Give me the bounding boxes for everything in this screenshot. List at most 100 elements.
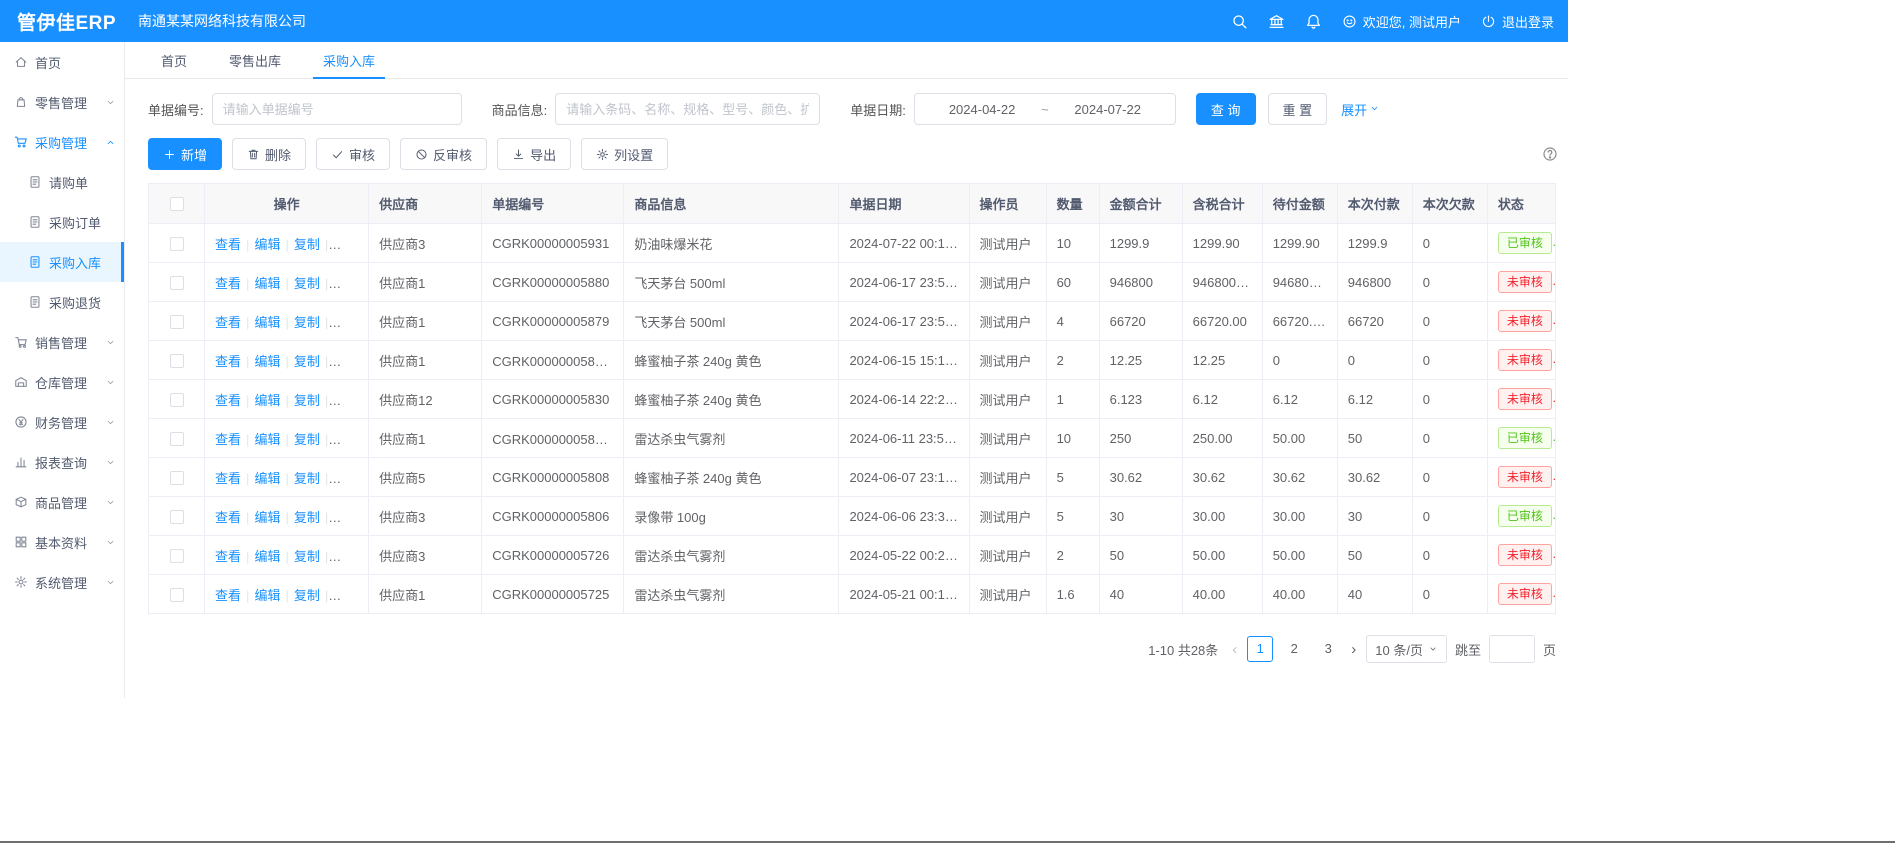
cell-tax_total: 40.00 xyxy=(1182,575,1262,614)
row-checkbox[interactable] xyxy=(170,432,184,446)
page-2-button[interactable]: 2 xyxy=(1281,636,1307,662)
row-action-edit[interactable]: 编辑 xyxy=(254,471,280,486)
sidebar-item-purchase-return[interactable]: 采购退货 xyxy=(0,282,124,322)
logout-button[interactable]: 退出登录 xyxy=(1481,12,1554,31)
row-action-copy[interactable]: 复制 xyxy=(294,588,320,603)
row-action-view[interactable]: 查看 xyxy=(215,588,241,603)
cell-product: 飞天茅台 500ml xyxy=(624,302,839,341)
row-action-edit[interactable]: 编辑 xyxy=(254,354,280,369)
delete-button[interactable]: 删除 xyxy=(232,138,306,170)
help-icon[interactable] xyxy=(1542,146,1558,162)
tab-home[interactable]: 首页 xyxy=(161,42,187,78)
sidebar-item-basic[interactable]: 基本资料 xyxy=(0,522,124,562)
chevron-down-icon xyxy=(105,457,116,468)
sidebar-item-warehouse[interactable]: 仓库管理 xyxy=(0,362,124,402)
row-action-view[interactable]: 查看 xyxy=(215,237,241,252)
row-action-view[interactable]: 查看 xyxy=(215,354,241,369)
cell-operator: 测试用户 xyxy=(969,458,1046,497)
row-action-edit[interactable]: 编辑 xyxy=(254,432,280,447)
row-action-view[interactable]: 查看 xyxy=(215,393,241,408)
page-size-select[interactable]: 10 条/页 xyxy=(1366,635,1447,663)
row-checkbox[interactable] xyxy=(170,237,184,251)
prev-page-button[interactable]: ‹ xyxy=(1230,642,1239,657)
table-row: 查看|编辑|复制|删除供应商1CGRK00000005816[订]雷达杀虫气雾剂… xyxy=(149,419,1556,458)
cell-supplier: 供应商3 xyxy=(369,497,482,536)
tab-purchase-inbound[interactable]: 采购入库 xyxy=(323,42,375,78)
row-action-copy[interactable]: 复制 xyxy=(294,315,320,330)
action-toolbar: 新增 删除 审核 反审核 xyxy=(148,138,1556,170)
product-info-input[interactable] xyxy=(555,93,820,125)
reset-button[interactable]: 重 置 xyxy=(1268,93,1328,125)
row-checkbox[interactable] xyxy=(170,393,184,407)
search-icon[interactable] xyxy=(1231,13,1248,30)
row-action-edit[interactable]: 编辑 xyxy=(254,276,280,291)
search-button[interactable]: 查 询 xyxy=(1196,93,1256,125)
row-action-edit[interactable]: 编辑 xyxy=(254,393,280,408)
cell-unpaid: 66720.00 xyxy=(1262,302,1337,341)
sidebar-item-purchase-request[interactable]: 请购单 xyxy=(0,162,124,202)
row-action-view[interactable]: 查看 xyxy=(215,471,241,486)
jump-label: 跳至 xyxy=(1455,640,1481,659)
sidebar-item-purchase-inbound[interactable]: 采购入库 xyxy=(0,242,124,282)
sidebar-item-sales[interactable]: 销售管理 xyxy=(0,322,124,362)
next-page-button[interactable]: › xyxy=(1349,642,1358,657)
row-action-copy[interactable]: 复制 xyxy=(294,276,320,291)
row-action-edit[interactable]: 编辑 xyxy=(254,588,280,603)
welcome-user[interactable]: 欢迎您, 测试用户 xyxy=(1342,12,1461,31)
audit-button[interactable]: 审核 xyxy=(316,138,390,170)
row-checkbox[interactable] xyxy=(170,354,184,368)
cell-qty: 60 xyxy=(1046,263,1099,302)
row-action-copy[interactable]: 复制 xyxy=(294,510,320,525)
page-3-button[interactable]: 3 xyxy=(1315,636,1341,662)
select-all-checkbox[interactable] xyxy=(170,197,184,211)
row-action-edit[interactable]: 编辑 xyxy=(254,549,280,564)
row-action-copy[interactable]: 复制 xyxy=(294,471,320,486)
product-info-label: 商品信息: xyxy=(492,100,548,119)
row-action-view[interactable]: 查看 xyxy=(215,549,241,564)
row-checkbox[interactable] xyxy=(170,276,184,290)
row-action-copy[interactable]: 复制 xyxy=(294,432,320,447)
row-action-copy[interactable]: 复制 xyxy=(294,393,320,408)
row-checkbox[interactable] xyxy=(170,510,184,524)
export-button[interactable]: 导出 xyxy=(497,138,571,170)
cell-bill_no: CGRK00000005806 xyxy=(482,497,624,536)
sidebar-item-reports[interactable]: 报表查询 xyxy=(0,442,124,482)
bank-icon[interactable] xyxy=(1268,13,1285,30)
row-action-copy[interactable]: 复制 xyxy=(294,549,320,564)
sidebar-item-finance[interactable]: 财务管理 xyxy=(0,402,124,442)
column-settings-button[interactable]: 列设置 xyxy=(581,138,668,170)
row-action-edit[interactable]: 编辑 xyxy=(254,237,280,252)
add-button[interactable]: 新增 xyxy=(148,138,222,170)
sidebar-item-purchase-order[interactable]: 采购订单 xyxy=(0,202,124,242)
row-action-copy[interactable]: 复制 xyxy=(294,354,320,369)
row-action-copy[interactable]: 复制 xyxy=(294,237,320,252)
row-checkbox[interactable] xyxy=(170,315,184,329)
row-action-view[interactable]: 查看 xyxy=(215,432,241,447)
unaudit-button[interactable]: 反审核 xyxy=(400,138,487,170)
date-range-picker[interactable]: ~ xyxy=(914,93,1176,125)
cell-amount: 6.123 xyxy=(1099,380,1182,419)
expand-link[interactable]: 展开 xyxy=(1341,100,1380,119)
page-1-button[interactable]: 1 xyxy=(1247,636,1273,662)
logout-text: 退出登录 xyxy=(1502,12,1554,31)
sidebar-item-system[interactable]: 系统管理 xyxy=(0,562,124,602)
row-checkbox[interactable] xyxy=(170,588,184,602)
jump-page-input[interactable] xyxy=(1489,635,1535,663)
row-action-edit[interactable]: 编辑 xyxy=(254,510,280,525)
tab-retail-outbound[interactable]: 零售出库 xyxy=(229,42,281,78)
cell-supplier: 供应商1 xyxy=(369,263,482,302)
row-action-view[interactable]: 查看 xyxy=(215,510,241,525)
row-action-edit[interactable]: 编辑 xyxy=(254,315,280,330)
bell-icon[interactable] xyxy=(1305,13,1322,30)
row-action-view[interactable]: 查看 xyxy=(215,315,241,330)
row-checkbox[interactable] xyxy=(170,471,184,485)
sidebar-item-retail[interactable]: 零售管理 xyxy=(0,82,124,122)
bill-no-input[interactable] xyxy=(212,93,462,125)
row-checkbox[interactable] xyxy=(170,549,184,563)
date-to-input[interactable] xyxy=(1055,102,1161,117)
sidebar-item-home[interactable]: 首页 xyxy=(0,42,124,82)
sidebar-item-purchase[interactable]: 采购管理 xyxy=(0,122,124,162)
sidebar-item-goods[interactable]: 商品管理 xyxy=(0,482,124,522)
date-from-input[interactable] xyxy=(929,102,1035,117)
row-action-view[interactable]: 查看 xyxy=(215,276,241,291)
